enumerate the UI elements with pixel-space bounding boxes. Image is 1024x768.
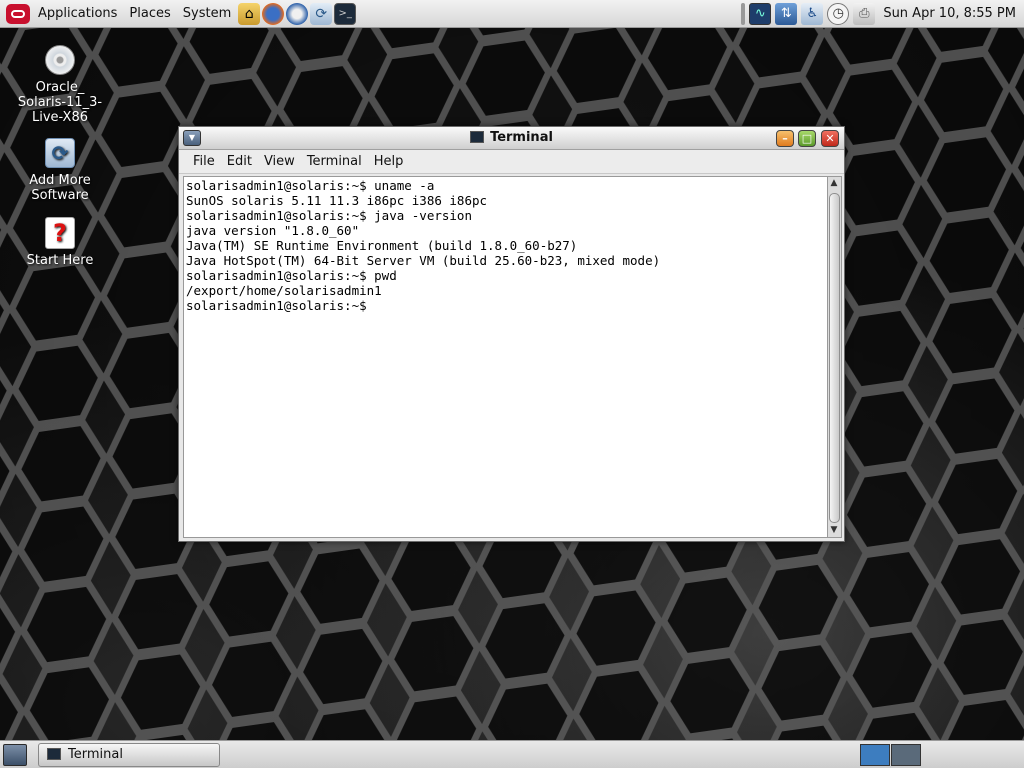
package-icon: ⟳ [44, 137, 76, 169]
desktop-icon-add-software[interactable]: ⟳ Add More Software [10, 137, 110, 203]
terminal-line: SunOS solaris 5.11 11.3 i86pc i386 i86pc [186, 193, 488, 208]
desktop-icon-label: Add More Software [29, 173, 91, 203]
terminal-line: java version "1.8.0_60" [186, 223, 360, 238]
window-title: Terminal [179, 127, 844, 150]
terminal-window[interactable]: ▼ Terminal – □ ✕ File Edit View Terminal… [178, 126, 845, 542]
firefox-icon[interactable] [262, 2, 285, 25]
bottom-panel: Terminal [0, 740, 1024, 768]
panel-clock[interactable]: Sun Apr 10, 8:55 PM [877, 6, 1024, 21]
maximize-button[interactable]: □ [798, 130, 816, 147]
desktop-icon-live-media[interactable]: Oracle_ Solaris-11_3- Live-X86 [10, 44, 110, 125]
top-panel: Applications Places System ⌂ ⟳ >_ ∿ ⇅ ♿ … [0, 0, 1024, 28]
accessibility-icon[interactable]: ♿ [801, 2, 824, 25]
menu-applications[interactable]: Applications [32, 0, 123, 28]
terminal-line: solarisadmin1@solaris:~$ java -version [186, 208, 472, 223]
help-icon: ? [44, 217, 76, 249]
scroll-up-icon[interactable]: ▲ [828, 177, 840, 189]
workspace-2[interactable] [891, 744, 921, 766]
menu-file[interactable]: File [187, 154, 221, 169]
system-tray: ∿ ⇅ ♿ ◷ ⎙ Sun Apr 10, 8:55 PM [739, 0, 1024, 28]
window-titlebar[interactable]: ▼ Terminal – □ ✕ [179, 127, 844, 150]
desktop-icon-label: Start Here [26, 253, 94, 268]
minimize-button[interactable]: – [776, 130, 794, 147]
terminal-line: Java(TM) SE Runtime Environment (build 1… [186, 238, 578, 253]
clock-applet-icon[interactable]: ◷ [827, 2, 850, 25]
menu-places[interactable]: Places [123, 0, 176, 28]
cd-icon [44, 44, 76, 76]
home-folder-icon[interactable]: ⌂ [238, 2, 261, 25]
terminal-output[interactable]: solarisadmin1@solaris:~$ uname -a SunOS … [183, 176, 828, 538]
menu-terminal[interactable]: Terminal [301, 154, 368, 169]
terminal-line: Java HotSpot(TM) 64-Bit Server VM (build… [186, 253, 661, 268]
printer-icon[interactable]: ⎙ [853, 2, 876, 25]
network-icon[interactable]: ⇅ [775, 2, 798, 25]
oracle-logo-icon[interactable] [6, 3, 30, 24]
terminal-menubar: File Edit View Terminal Help [179, 150, 844, 174]
workspace-1[interactable] [860, 744, 890, 766]
separator-icon [741, 2, 746, 25]
terminal-line: /export/home/solarisadmin1 [186, 283, 382, 298]
terminal-icon [47, 748, 61, 760]
taskbar-terminal-button[interactable]: Terminal [38, 743, 220, 767]
terminal-prompt: solarisadmin1@solaris:~$ [186, 298, 367, 313]
update-manager-icon[interactable]: ⟳ [310, 2, 333, 25]
close-button[interactable]: ✕ [821, 130, 839, 147]
menu-edit[interactable]: Edit [221, 154, 258, 169]
terminal-icon [470, 131, 485, 143]
menu-view[interactable]: View [258, 154, 301, 169]
scroll-down-icon[interactable]: ▼ [828, 524, 840, 536]
terminal-scrollbar[interactable]: ▲ ▼ [828, 176, 842, 538]
scroll-thumb[interactable] [829, 193, 840, 523]
desktop-icon-start-here[interactable]: ? Start Here [10, 217, 110, 268]
terminal-line: solarisadmin1@solaris:~$ pwd [186, 268, 397, 283]
thunderbird-icon[interactable] [286, 2, 309, 25]
menu-system[interactable]: System [177, 0, 237, 28]
show-desktop-icon[interactable] [3, 744, 27, 766]
terminal-launcher-icon[interactable]: >_ [334, 2, 357, 25]
taskbar-label: Terminal [68, 747, 123, 762]
menu-help[interactable]: Help [368, 154, 410, 169]
system-monitor-icon[interactable]: ∿ [749, 2, 772, 25]
terminal-line: solarisadmin1@solaris:~$ uname -a [186, 178, 435, 193]
window-title-text: Terminal [490, 130, 553, 145]
desktop-icon-label: Oracle_ Solaris-11_3- Live-X86 [17, 80, 103, 125]
